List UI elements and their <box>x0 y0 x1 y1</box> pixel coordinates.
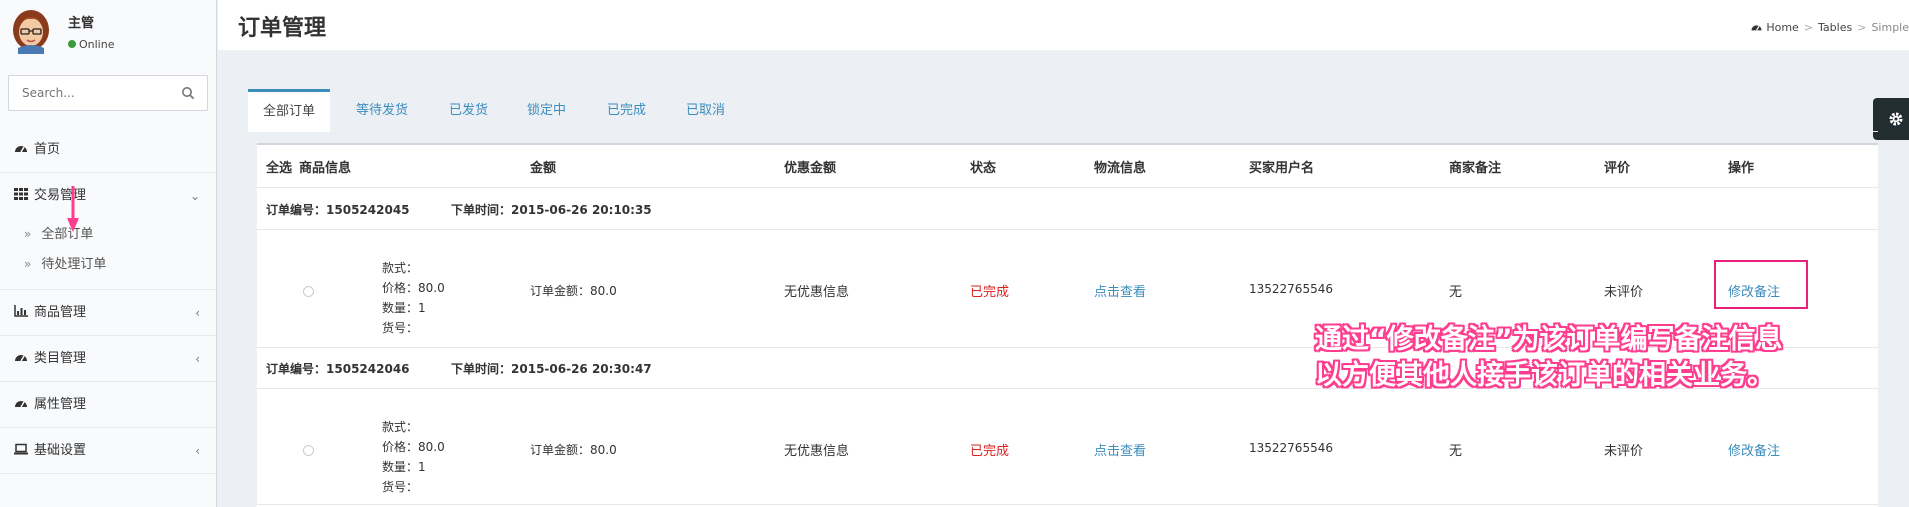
divider <box>257 504 1878 505</box>
buyer-username: 13522765546 <box>1249 282 1333 296</box>
sidebar-subitem-all-orders[interactable]: » 全部订单 <box>0 219 216 249</box>
sidebar-item-label: 首页 <box>34 142 61 157</box>
control-sidebar-toggle[interactable] <box>1873 98 1909 140</box>
sidebar-item-products[interactable]: 商品管理 ‹ <box>0 290 216 336</box>
order-time: 下单时间：2015-06-26 20:30:47 <box>451 362 652 376</box>
discount-info: 无优惠信息 <box>784 285 850 300</box>
status-badge: 已完成 <box>970 444 1010 459</box>
trade-submenu: » 全部订单 » 待处理订单 <box>0 219 216 290</box>
content-header: 订单管理 Home > Tables > Simple <box>218 0 1909 50</box>
breadcrumb-separator: > <box>1857 21 1867 34</box>
tab-locked[interactable]: 锁定中 <box>527 89 566 132</box>
sidebar-item-trade[interactable]: 交易管理 ⌄ <box>0 173 216 219</box>
divider <box>257 187 1878 188</box>
view-logistics-link[interactable]: 点击查看 <box>1094 440 1146 459</box>
order-amount: 订单金额：80.0 <box>530 443 617 457</box>
tab-cancelled[interactable]: 已取消 <box>686 89 725 132</box>
sidebar-item-label: 类目管理 <box>34 351 87 366</box>
breadcrumb-home[interactable]: Home <box>1766 21 1798 34</box>
column-header-discount: 优惠金额 <box>784 161 837 176</box>
laptop-icon <box>14 443 28 455</box>
breadcrumb-current: Simple <box>1871 21 1909 34</box>
dashboard-icon <box>15 355 27 362</box>
annotation-highlight-box <box>1714 260 1808 309</box>
sidebar-subitem-pending-orders[interactable]: » 待处理订单 <box>0 249 216 279</box>
sidebar-item-attributes[interactable]: 属性管理 <box>0 382 216 428</box>
order-tabs: 全部订单 等待发货 已发货 锁定中 已完成 已取消 <box>248 89 1878 132</box>
column-header-buyer: 买家用户名 <box>1249 161 1315 176</box>
buyer-username: 13522765546 <box>1249 441 1333 455</box>
annotation-text: 通过“修改备注”为该订单编写备注信息 以方便其他人接手该订单的相关业务。 <box>1315 322 1783 394</box>
tab-completed[interactable]: 已完成 <box>607 89 646 132</box>
dashboard-icon <box>15 146 27 153</box>
column-header-logistics: 物流信息 <box>1094 161 1147 176</box>
avatar <box>13 10 49 54</box>
sidebar-subitem-label: 待处理订单 <box>41 257 107 272</box>
chevron-left-icon: ‹ <box>195 444 200 458</box>
user-status-text: Online <box>79 38 115 51</box>
user-panel: 主管 Online <box>0 0 216 62</box>
online-status-icon <box>68 40 76 48</box>
user-status: Online <box>68 38 114 51</box>
bar-chart-icon <box>14 305 28 317</box>
sidebar-item-label: 基础设置 <box>34 443 87 458</box>
search-input[interactable] <box>9 76 169 110</box>
column-header-actions: 操作 <box>1728 161 1755 176</box>
product-info: 款式： 价格：80.0 数量：1 货号： <box>382 261 445 335</box>
grid-icon <box>14 188 28 200</box>
chevron-left-icon: ‹ <box>195 352 200 366</box>
order-amount: 订单金额：80.0 <box>530 284 617 298</box>
dashboard-icon <box>15 401 27 408</box>
chevron-down-icon: ⌄ <box>189 189 200 203</box>
chevron-left-icon: ‹ <box>195 306 200 320</box>
sidebar-item-settings[interactable]: 基础设置 ‹ <box>0 428 216 474</box>
sidebar-menu: 首页 交易管理 ⌄ » 全部订单 » 待处理订单 商品管理 ‹ 类目管理 ‹ 属… <box>0 127 216 474</box>
sidebar-item-label: 商品管理 <box>34 305 87 320</box>
breadcrumb-separator: > <box>1803 21 1814 34</box>
sidebar: 主管 Online 首页 交易管理 ⌄ »全部订单 <box>0 0 217 507</box>
gear-icon <box>1889 112 1903 126</box>
product-info: 款式： 价格：80.0 数量：1 货号： <box>382 420 445 494</box>
column-header-select-all[interactable]: 全选 <box>266 157 292 176</box>
order-number: 订单编号：1505242045 <box>266 203 410 217</box>
sidebar-item-categories[interactable]: 类目管理 ‹ <box>0 336 216 382</box>
sidebar-item-label: 属性管理 <box>34 397 87 412</box>
edit-note-link[interactable]: 修改备注 <box>1728 440 1780 459</box>
order-select-radio[interactable] <box>303 286 314 297</box>
column-header-product: 商品信息 <box>299 161 352 176</box>
search-icon[interactable] <box>181 86 195 100</box>
column-header-status: 状态 <box>970 161 997 176</box>
breadcrumb: Home > Tables > Simple <box>1750 21 1909 34</box>
annotation-arrow-icon <box>67 186 79 232</box>
view-logistics-link[interactable]: 点击查看 <box>1094 281 1146 300</box>
order-time: 下单时间：2015-06-26 20:10:35 <box>451 203 652 217</box>
annotation-line: 以方便其他人接手该订单的相关业务。 <box>1315 360 1774 391</box>
page-title: 订单管理 <box>238 16 327 41</box>
order-select-radio[interactable] <box>303 445 314 456</box>
double-chevron-icon: » <box>24 257 32 271</box>
sidebar-search <box>8 75 208 111</box>
status-badge: 已完成 <box>970 285 1010 300</box>
divider <box>257 229 1878 230</box>
dashboard-icon <box>1751 25 1762 31</box>
review-status: 未评价 <box>1604 444 1644 459</box>
tab-awaiting-shipment[interactable]: 等待发货 <box>356 89 408 132</box>
order-number: 订单编号：1505242046 <box>266 362 410 376</box>
column-header-amount: 金额 <box>530 161 557 176</box>
breadcrumb-tables[interactable]: Tables <box>1818 21 1852 34</box>
review-status: 未评价 <box>1604 285 1644 300</box>
column-header-review: 评价 <box>1604 161 1631 176</box>
column-header-merchant-note: 商家备注 <box>1449 161 1502 176</box>
merchant-note: 无 <box>1449 444 1463 459</box>
annotation-line: 通过“修改备注”为该订单编写备注信息 <box>1315 324 1783 355</box>
sidebar-item-home[interactable]: 首页 <box>0 127 216 173</box>
user-name: 主管 <box>68 16 95 31</box>
tab-all-orders[interactable]: 全部订单 <box>248 89 331 132</box>
double-chevron-icon: » <box>24 227 32 241</box>
merchant-note: 无 <box>1449 285 1463 300</box>
discount-info: 无优惠信息 <box>784 444 850 459</box>
tab-shipped[interactable]: 已发货 <box>449 89 488 132</box>
